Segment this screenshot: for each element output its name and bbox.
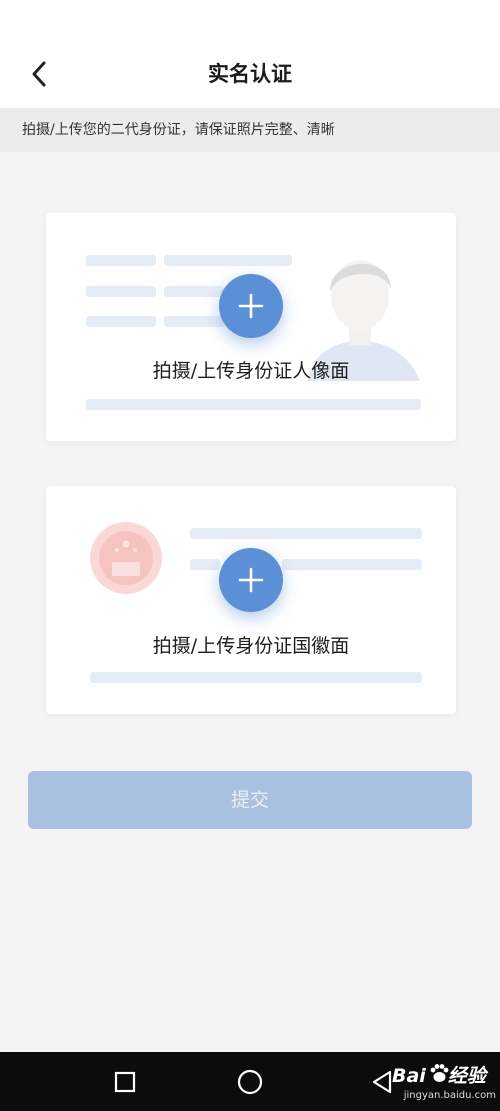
header: 实名认证 [0, 0, 500, 108]
add-back-photo-button[interactable] [219, 548, 283, 612]
id-back-upload-card[interactable]: 拍摄/上传身份证国徽面 [46, 486, 456, 714]
add-front-photo-button[interactable] [219, 274, 283, 338]
circle-icon [237, 1069, 263, 1095]
page-title: 实名认证 [208, 62, 292, 86]
plus-icon [238, 567, 264, 593]
watermark-site: jingyan.baidu.com [403, 1090, 496, 1101]
home-button[interactable] [234, 1066, 266, 1098]
paw-icon [430, 1064, 449, 1082]
front-card-label: 拍摄/上传身份证人像面 [152, 360, 350, 382]
plus-icon [238, 293, 264, 319]
submit-button[interactable]: 提交 [28, 771, 472, 829]
baidu-jingyan-watermark: Bai 经验 jingyan.baidu.com [384, 1058, 500, 1108]
recent-apps-button[interactable] [109, 1066, 141, 1098]
square-icon [114, 1071, 136, 1093]
notice-bar: 拍摄/上传您的二代身份证，请保证照片完整、清晰 [0, 108, 500, 152]
id-front-upload-card[interactable]: 拍摄/上传身份证人像面 [46, 213, 456, 441]
national-emblem-icon [90, 522, 162, 594]
back-card-label: 拍摄/上传身份证国徽面 [152, 635, 350, 657]
